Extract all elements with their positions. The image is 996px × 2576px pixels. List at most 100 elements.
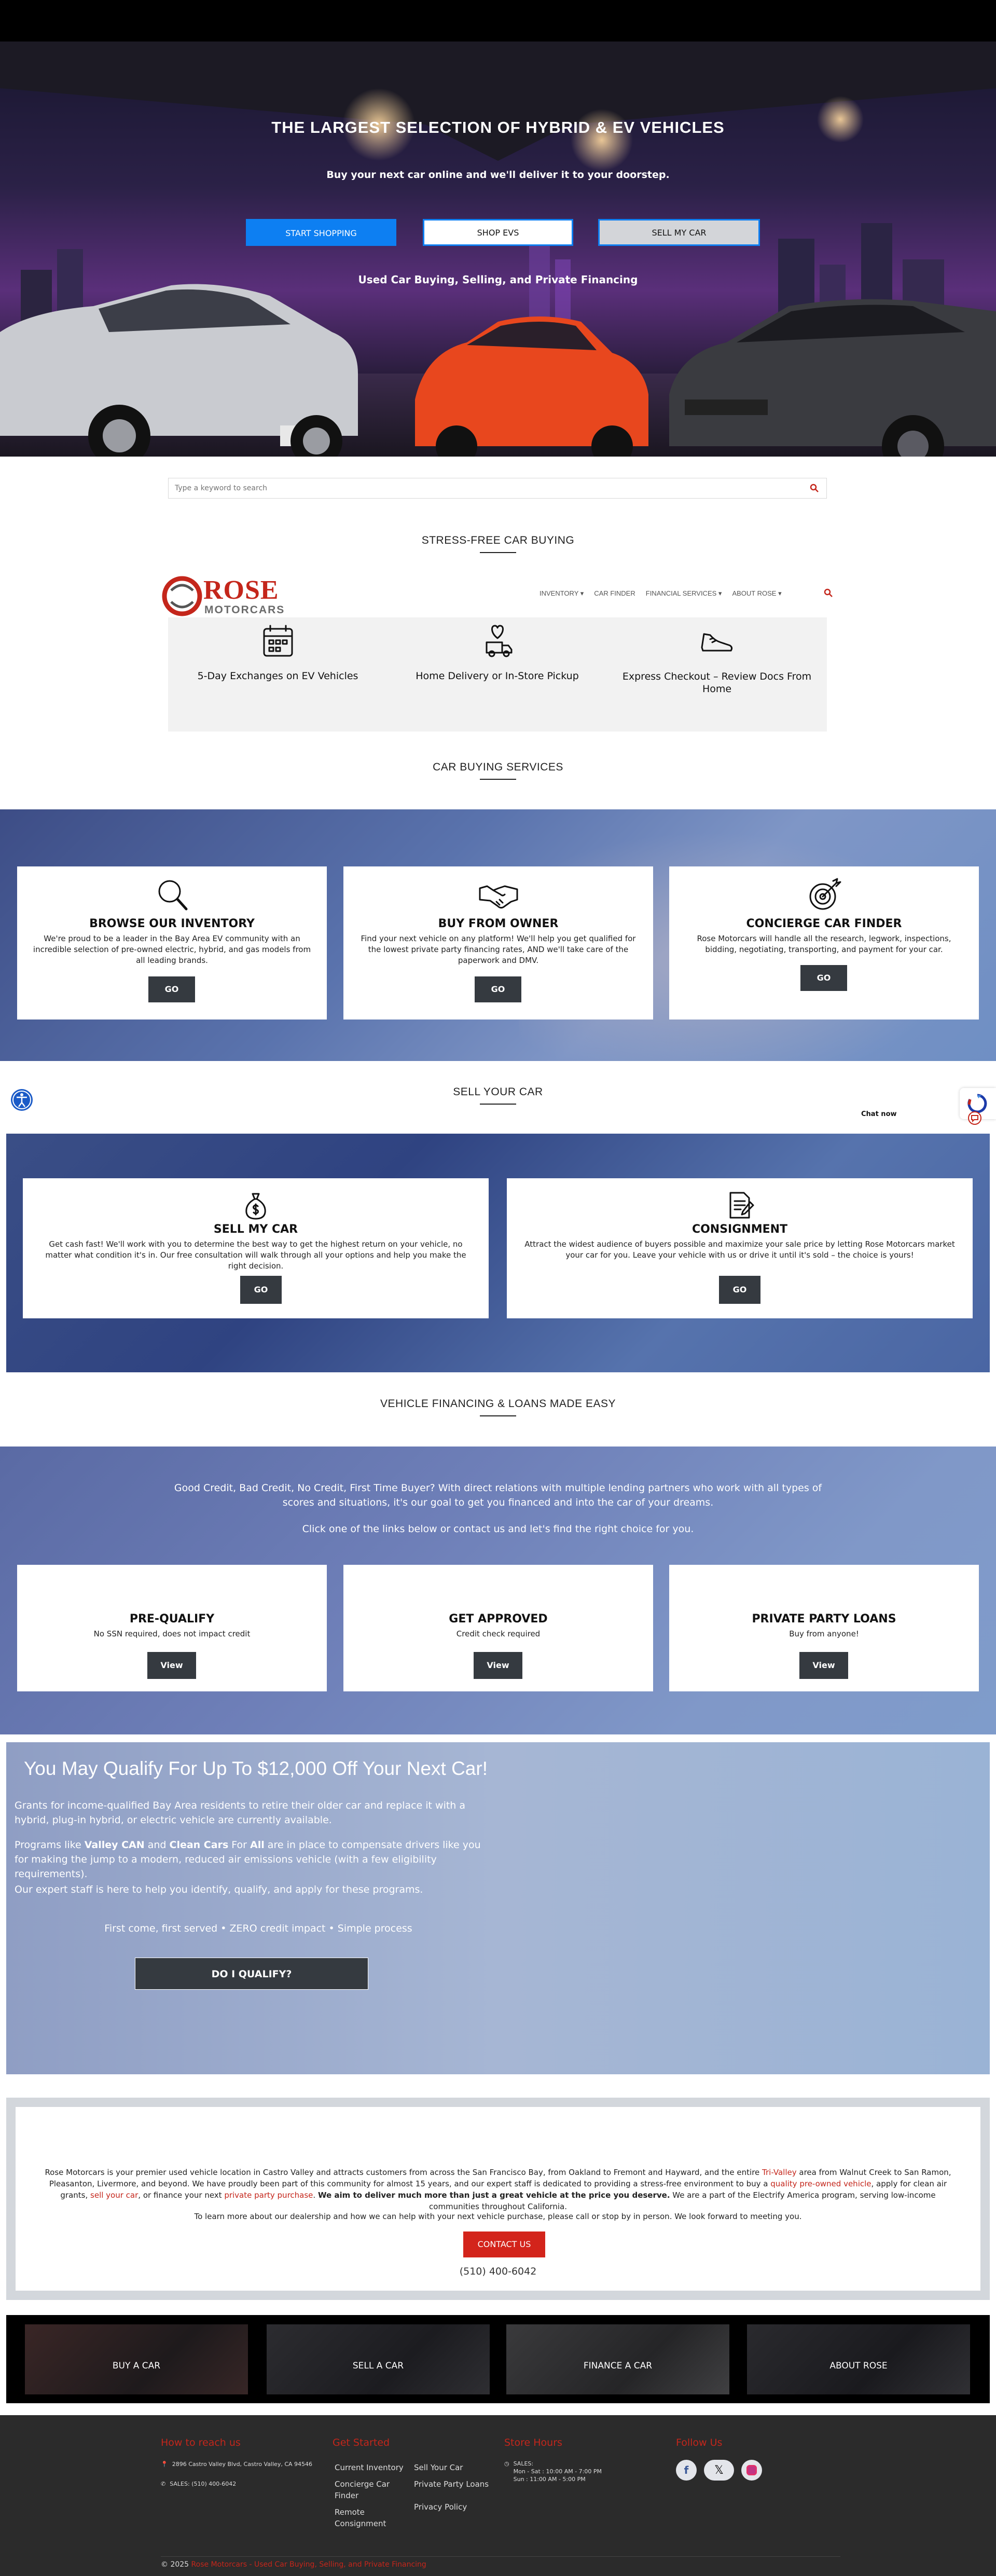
qualify-section: You May Qualify For Up To $12,000 Off Yo…: [6, 1742, 990, 2074]
service-card-text: We're proud to be a leader in the Bay Ar…: [33, 934, 311, 965]
service-card-title: BUY FROM OWNER: [438, 917, 559, 930]
get-approved-view-button[interactable]: View: [474, 1652, 522, 1679]
quality-vehicle-link[interactable]: quality pre-owned vehicle: [770, 2179, 871, 2188]
start-shopping-button[interactable]: START SHOPPING: [246, 219, 396, 246]
footer-address: 📍 2896 Castro Valley Blvd, Castro Valley,…: [161, 2461, 312, 2468]
x-twitter-icon[interactable]: 𝕏: [704, 2460, 734, 2481]
service-card-text: Find your next vehicle on any platform! …: [361, 934, 636, 965]
section-divider: [480, 552, 516, 553]
logo[interactable]: ROSE MOTORCARS: [161, 575, 311, 616]
about-section: Rose Motorcars is your premier used vehi…: [6, 2098, 990, 2300]
silver-car: [0, 284, 358, 457]
phone-icon: ✆: [161, 2481, 166, 2487]
pre-qualify-view-button[interactable]: View: [147, 1652, 196, 1679]
logo-text-top: ROSE: [203, 575, 279, 605]
about-paragraph-2: To learn more about our dealership and h…: [194, 2212, 802, 2221]
dark-car: [669, 299, 996, 457]
search-icon[interactable]: [810, 484, 819, 495]
top-bar: [0, 0, 996, 42]
tile-buy-a-car[interactable]: BUY A CAR: [25, 2324, 248, 2394]
text: , or finance your next: [138, 2191, 225, 2200]
tile-sell-a-car[interactable]: SELL A CAR: [267, 2324, 490, 2394]
search-input[interactable]: [169, 478, 781, 498]
facebook-icon[interactable]: f: [676, 2460, 697, 2481]
feature-item: 5-Day Exchanges on EV Vehicles: [168, 623, 388, 682]
chat-icon[interactable]: [968, 1111, 981, 1125]
text: For: [228, 1839, 251, 1851]
consignment-go-button[interactable]: GO: [719, 1276, 760, 1304]
bold-text: We aim to deliver much more than just a …: [317, 2191, 670, 2200]
hero-background-image: [0, 42, 996, 457]
nav-item-financial-services[interactable]: FINANCIAL SERVICES ▾: [646, 589, 722, 598]
section-divider: [480, 779, 516, 780]
financing-card-text: Credit check required: [456, 1629, 541, 1638]
about-paragraph: Rose Motorcars is your premier used vehi…: [36, 2167, 960, 2212]
nav-item-car-finder[interactable]: CAR FINDER: [594, 589, 635, 598]
phone-number[interactable]: (510) 400-6042: [16, 2266, 980, 2277]
tile-label: SELL A CAR: [352, 2361, 404, 2371]
text: Programs like: [15, 1839, 85, 1851]
footer: How to reach us 📍 2896 Castro Valley Blvd…: [0, 2415, 996, 2576]
footer-started-title: Get Started: [333, 2437, 390, 2448]
stress-free-heading: STRESS-FREE CAR BUYING: [0, 534, 996, 553]
service-card: BROWSE OUR INVENTORY We're proud to be a…: [17, 866, 327, 1020]
sell-your-car-link[interactable]: sell your car: [90, 2191, 138, 2200]
tri-valley-link[interactable]: Tri-Valley: [762, 2168, 797, 2177]
sell-my-car-button[interactable]: SELL MY CAR: [598, 219, 760, 246]
all-text: All: [250, 1839, 265, 1851]
orange-car: [415, 316, 648, 457]
nav-label: ABOUT ROSE: [732, 589, 777, 597]
services-heading: CAR BUYING SERVICES: [0, 761, 996, 780]
contact-us-button[interactable]: CONTACT US: [463, 2231, 545, 2257]
browse-inventory-go-button[interactable]: GO: [148, 976, 195, 1002]
footer-link-privacy-policy[interactable]: Privacy Policy: [414, 2501, 497, 2513]
footer-link-remote-consignment[interactable]: Remote Consignment: [335, 2506, 407, 2529]
buy-from-owner-go-button[interactable]: GO: [475, 976, 521, 1002]
shop-evs-button[interactable]: SHOP EVS: [423, 219, 573, 246]
running-shoe-icon: [701, 633, 733, 652]
financing-card: GET APPROVED Credit check required View: [343, 1565, 653, 1691]
footer-link-sell-your-car[interactable]: Sell Your Car: [414, 2462, 497, 2473]
financing-card-title: PRIVATE PARTY LOANS: [752, 1613, 896, 1626]
footer-link-private-party-loans[interactable]: Private Party Loans: [414, 2478, 497, 2490]
qualify-title: You May Qualify For Up To $12,000 Off Yo…: [24, 1758, 488, 1779]
footer-reach-title: How to reach us: [161, 2437, 241, 2448]
private-party-view-button[interactable]: View: [799, 1652, 848, 1679]
do-i-qualify-button[interactable]: DO I QUALIFY?: [135, 1958, 368, 1990]
service-card-title: CONCIERGE CAR FINDER: [746, 917, 902, 930]
tile-label: ABOUT ROSE: [829, 2361, 888, 2371]
nav-search-icon[interactable]: [824, 588, 833, 600]
footer-link-concierge[interactable]: Concierge Car Finder: [335, 2478, 407, 2501]
hours-label: SALES:: [513, 2460, 534, 2467]
service-card-text: Rose Motorcars will handle all the resea…: [697, 934, 951, 954]
nav-label: FINANCIAL SERVICES: [645, 589, 717, 597]
delivery-truck-icon: [486, 625, 512, 657]
text: Rose Motorcars is your premier used vehi…: [45, 2168, 763, 2177]
financing-card-title: PRE-QUALIFY: [129, 1613, 215, 1626]
valley-can-text: Valley CAN: [84, 1839, 145, 1851]
private-party-link[interactable]: private party purchase: [224, 2191, 313, 2200]
instagram-icon[interactable]: [741, 2460, 762, 2481]
financing-section: Good Credit, Bad Credit, No Credit, Firs…: [0, 1447, 996, 1734]
chat-now-label[interactable]: Chat now: [861, 1110, 897, 1118]
sell-card-text: Attract the widest audience of buyers po…: [524, 1239, 955, 1260]
copyright-link[interactable]: Rose Motorcars - Used Car Buying, Sellin…: [191, 2560, 426, 2569]
tile-finance-a-car[interactable]: FINANCE A CAR: [506, 2324, 729, 2394]
feature-label: 5-Day Exchanges on EV Vehicles: [197, 670, 358, 682]
sell-my-car-go-button[interactable]: GO: [240, 1276, 282, 1304]
tile-about-rose[interactable]: ABOUT ROSE: [747, 2324, 970, 2394]
footer-link-current-inventory[interactable]: Current Inventory: [335, 2462, 407, 2473]
clock-icon: ◷: [504, 2460, 509, 2467]
sell-heading: SELL YOUR CAR: [0, 1086, 996, 1105]
document-pen-icon: [729, 1192, 754, 1219]
footer-hours-title: Store Hours: [504, 2437, 562, 2448]
concierge-go-button[interactable]: GO: [800, 965, 847, 991]
tiles-section: BUY A CAR SELL A CAR FINANCE A CAR ABOUT…: [6, 2315, 990, 2403]
nav-item-inventory[interactable]: INVENTORY ▾: [540, 589, 584, 598]
nav-item-about-rose[interactable]: ABOUT ROSE ▾: [732, 589, 781, 598]
footer-links-b: Sell Your Car Private Party Loans Privac…: [414, 2462, 497, 2513]
footer-sales[interactable]: ✆ SALES: (510) 400-6042: [161, 2481, 236, 2487]
qualify-paragraph-2: Programs like Valley CAN and Clean Cars …: [15, 1838, 481, 1881]
financing-card: PRE-QUALIFY No SSN required, does not im…: [17, 1565, 327, 1691]
address-text: 2896 Castro Valley Blvd, Castro Valley, …: [172, 2461, 313, 2468]
